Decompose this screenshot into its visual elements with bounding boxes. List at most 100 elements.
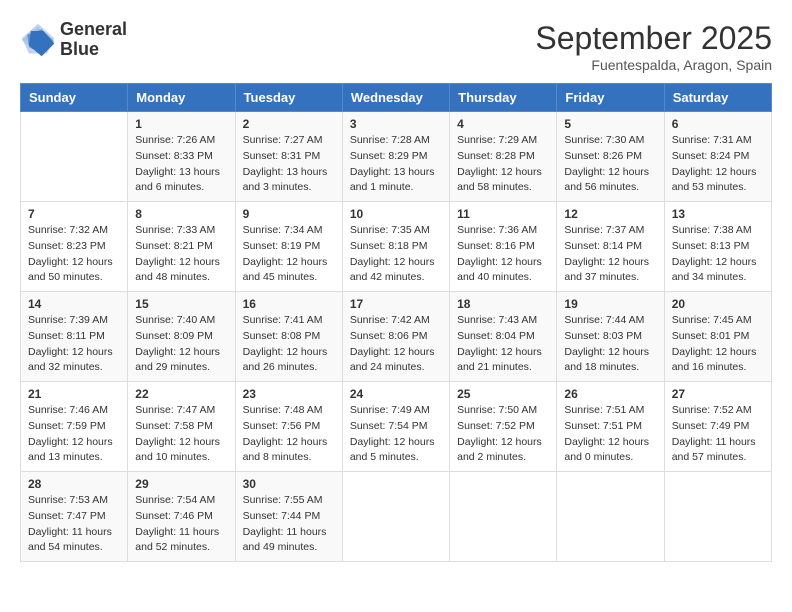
calendar-week-0: 1 Sunrise: 7:26 AM Sunset: 8:33 PM Dayli… xyxy=(21,112,772,202)
calendar-cell xyxy=(557,472,664,562)
day-number: 29 xyxy=(135,477,227,491)
daylight-text: Daylight: 12 hours and 53 minutes. xyxy=(672,165,764,197)
sunrise-text: Sunrise: 7:41 AM xyxy=(243,313,335,329)
calendar-cell: 24 Sunrise: 7:49 AM Sunset: 7:54 PM Dayl… xyxy=(342,382,449,472)
day-number: 28 xyxy=(28,477,120,491)
daylight-text: Daylight: 12 hours and 40 minutes. xyxy=(457,255,549,287)
sunset-text: Sunset: 8:21 PM xyxy=(135,239,227,255)
calendar-week-4: 28 Sunrise: 7:53 AM Sunset: 7:47 PM Dayl… xyxy=(21,472,772,562)
daylight-text: Daylight: 11 hours and 52 minutes. xyxy=(135,525,227,557)
sunrise-text: Sunrise: 7:29 AM xyxy=(457,133,549,149)
calendar-cell xyxy=(21,112,128,202)
calendar-cell: 1 Sunrise: 7:26 AM Sunset: 8:33 PM Dayli… xyxy=(128,112,235,202)
day-info: Sunrise: 7:50 AM Sunset: 7:52 PM Dayligh… xyxy=(457,403,549,466)
daylight-text: Daylight: 12 hours and 21 minutes. xyxy=(457,345,549,377)
day-number: 14 xyxy=(28,297,120,311)
sunset-text: Sunset: 8:23 PM xyxy=(28,239,120,255)
day-number: 30 xyxy=(243,477,335,491)
calendar-table: SundayMondayTuesdayWednesdayThursdayFrid… xyxy=(20,83,772,562)
day-number: 19 xyxy=(564,297,656,311)
day-info: Sunrise: 7:32 AM Sunset: 8:23 PM Dayligh… xyxy=(28,223,120,286)
sunset-text: Sunset: 8:18 PM xyxy=(350,239,442,255)
sunrise-text: Sunrise: 7:42 AM xyxy=(350,313,442,329)
calendar-cell: 23 Sunrise: 7:48 AM Sunset: 7:56 PM Dayl… xyxy=(235,382,342,472)
day-info: Sunrise: 7:41 AM Sunset: 8:08 PM Dayligh… xyxy=(243,313,335,376)
day-number: 22 xyxy=(135,387,227,401)
calendar-cell: 12 Sunrise: 7:37 AM Sunset: 8:14 PM Dayl… xyxy=(557,202,664,292)
sunset-text: Sunset: 7:49 PM xyxy=(672,419,764,435)
calendar-cell: 4 Sunrise: 7:29 AM Sunset: 8:28 PM Dayli… xyxy=(450,112,557,202)
sunrise-text: Sunrise: 7:39 AM xyxy=(28,313,120,329)
calendar-cell: 29 Sunrise: 7:54 AM Sunset: 7:46 PM Dayl… xyxy=(128,472,235,562)
sunrise-text: Sunrise: 7:30 AM xyxy=(564,133,656,149)
daylight-text: Daylight: 12 hours and 2 minutes. xyxy=(457,435,549,467)
day-info: Sunrise: 7:30 AM Sunset: 8:26 PM Dayligh… xyxy=(564,133,656,196)
calendar-cell: 2 Sunrise: 7:27 AM Sunset: 8:31 PM Dayli… xyxy=(235,112,342,202)
calendar-cell: 27 Sunrise: 7:52 AM Sunset: 7:49 PM Dayl… xyxy=(664,382,771,472)
calendar-cell: 7 Sunrise: 7:32 AM Sunset: 8:23 PM Dayli… xyxy=(21,202,128,292)
sunrise-text: Sunrise: 7:54 AM xyxy=(135,493,227,509)
calendar-cell: 10 Sunrise: 7:35 AM Sunset: 8:18 PM Dayl… xyxy=(342,202,449,292)
day-number: 8 xyxy=(135,207,227,221)
day-info: Sunrise: 7:52 AM Sunset: 7:49 PM Dayligh… xyxy=(672,403,764,466)
day-info: Sunrise: 7:29 AM Sunset: 8:28 PM Dayligh… xyxy=(457,133,549,196)
sunrise-text: Sunrise: 7:50 AM xyxy=(457,403,549,419)
sunrise-text: Sunrise: 7:47 AM xyxy=(135,403,227,419)
sunrise-text: Sunrise: 7:48 AM xyxy=(243,403,335,419)
daylight-text: Daylight: 12 hours and 29 minutes. xyxy=(135,345,227,377)
header-saturday: Saturday xyxy=(664,84,771,112)
sunrise-text: Sunrise: 7:45 AM xyxy=(672,313,764,329)
day-info: Sunrise: 7:39 AM Sunset: 8:11 PM Dayligh… xyxy=(28,313,120,376)
daylight-text: Daylight: 12 hours and 24 minutes. xyxy=(350,345,442,377)
calendar-cell: 17 Sunrise: 7:42 AM Sunset: 8:06 PM Dayl… xyxy=(342,292,449,382)
day-number: 13 xyxy=(672,207,764,221)
calendar-cell: 25 Sunrise: 7:50 AM Sunset: 7:52 PM Dayl… xyxy=(450,382,557,472)
day-number: 2 xyxy=(243,117,335,131)
sunrise-text: Sunrise: 7:32 AM xyxy=(28,223,120,239)
calendar-cell: 19 Sunrise: 7:44 AM Sunset: 8:03 PM Dayl… xyxy=(557,292,664,382)
sunset-text: Sunset: 8:33 PM xyxy=(135,149,227,165)
sunset-text: Sunset: 8:01 PM xyxy=(672,329,764,345)
day-number: 15 xyxy=(135,297,227,311)
header-sunday: Sunday xyxy=(21,84,128,112)
day-info: Sunrise: 7:48 AM Sunset: 7:56 PM Dayligh… xyxy=(243,403,335,466)
sunrise-text: Sunrise: 7:31 AM xyxy=(672,133,764,149)
calendar-cell: 5 Sunrise: 7:30 AM Sunset: 8:26 PM Dayli… xyxy=(557,112,664,202)
sunset-text: Sunset: 8:09 PM xyxy=(135,329,227,345)
day-info: Sunrise: 7:54 AM Sunset: 7:46 PM Dayligh… xyxy=(135,493,227,556)
day-info: Sunrise: 7:34 AM Sunset: 8:19 PM Dayligh… xyxy=(243,223,335,286)
daylight-text: Daylight: 12 hours and 8 minutes. xyxy=(243,435,335,467)
daylight-text: Daylight: 12 hours and 26 minutes. xyxy=(243,345,335,377)
daylight-text: Daylight: 12 hours and 56 minutes. xyxy=(564,165,656,197)
calendar-cell: 16 Sunrise: 7:41 AM Sunset: 8:08 PM Dayl… xyxy=(235,292,342,382)
day-info: Sunrise: 7:55 AM Sunset: 7:44 PM Dayligh… xyxy=(243,493,335,556)
day-info: Sunrise: 7:38 AM Sunset: 8:13 PM Dayligh… xyxy=(672,223,764,286)
sunset-text: Sunset: 8:13 PM xyxy=(672,239,764,255)
day-info: Sunrise: 7:31 AM Sunset: 8:24 PM Dayligh… xyxy=(672,133,764,196)
calendar-cell: 6 Sunrise: 7:31 AM Sunset: 8:24 PM Dayli… xyxy=(664,112,771,202)
day-number: 21 xyxy=(28,387,120,401)
sunset-text: Sunset: 7:44 PM xyxy=(243,509,335,525)
sunrise-text: Sunrise: 7:52 AM xyxy=(672,403,764,419)
daylight-text: Daylight: 12 hours and 42 minutes. xyxy=(350,255,442,287)
daylight-text: Daylight: 12 hours and 50 minutes. xyxy=(28,255,120,287)
location-subtitle: Fuentespalda, Aragon, Spain xyxy=(535,57,772,73)
day-info: Sunrise: 7:51 AM Sunset: 7:51 PM Dayligh… xyxy=(564,403,656,466)
sunset-text: Sunset: 8:28 PM xyxy=(457,149,549,165)
day-info: Sunrise: 7:47 AM Sunset: 7:58 PM Dayligh… xyxy=(135,403,227,466)
day-number: 26 xyxy=(564,387,656,401)
calendar-cell: 11 Sunrise: 7:36 AM Sunset: 8:16 PM Dayl… xyxy=(450,202,557,292)
logo-line1: General xyxy=(60,20,127,40)
calendar-week-1: 7 Sunrise: 7:32 AM Sunset: 8:23 PM Dayli… xyxy=(21,202,772,292)
calendar-cell: 20 Sunrise: 7:45 AM Sunset: 8:01 PM Dayl… xyxy=(664,292,771,382)
daylight-text: Daylight: 12 hours and 13 minutes. xyxy=(28,435,120,467)
sunrise-text: Sunrise: 7:35 AM xyxy=(350,223,442,239)
logo-text: General Blue xyxy=(60,20,127,60)
day-info: Sunrise: 7:43 AM Sunset: 8:04 PM Dayligh… xyxy=(457,313,549,376)
sunset-text: Sunset: 8:29 PM xyxy=(350,149,442,165)
day-number: 16 xyxy=(243,297,335,311)
sunset-text: Sunset: 8:11 PM xyxy=(28,329,120,345)
calendar-cell: 8 Sunrise: 7:33 AM Sunset: 8:21 PM Dayli… xyxy=(128,202,235,292)
header-friday: Friday xyxy=(557,84,664,112)
daylight-text: Daylight: 12 hours and 0 minutes. xyxy=(564,435,656,467)
